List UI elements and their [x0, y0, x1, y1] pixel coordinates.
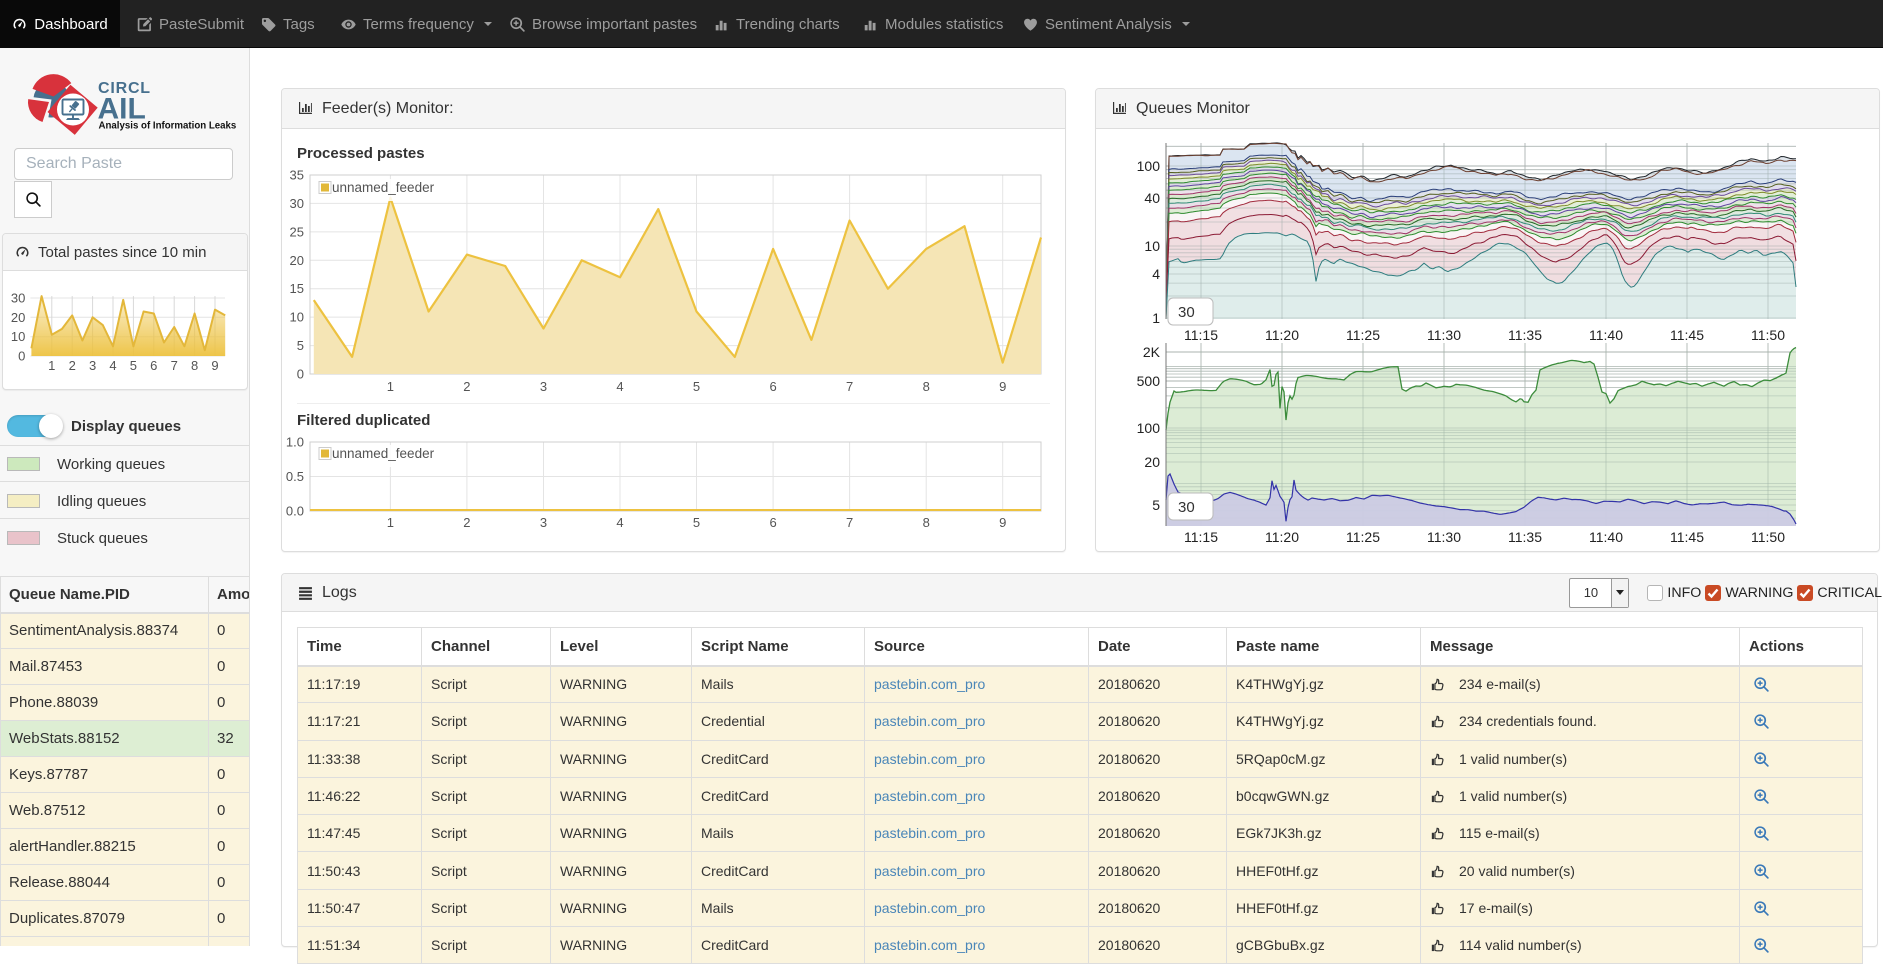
svg-text:11:20: 11:20	[1265, 529, 1299, 545]
svg-text:8: 8	[923, 379, 930, 394]
svg-text:30: 30	[1178, 304, 1195, 321]
svg-text:10: 10	[290, 310, 304, 325]
svg-text:11:30: 11:30	[1427, 529, 1461, 545]
svg-text:20: 20	[11, 310, 25, 325]
svg-text:11:45: 11:45	[1670, 327, 1704, 343]
svg-text:5: 5	[297, 338, 304, 353]
svg-text:1: 1	[48, 358, 55, 373]
svg-text:3: 3	[540, 379, 547, 394]
svg-text:2: 2	[69, 358, 76, 373]
svg-text:9: 9	[999, 515, 1006, 530]
svg-text:11:40: 11:40	[1589, 327, 1623, 343]
svg-text:2: 2	[463, 515, 470, 530]
svg-text:2K: 2K	[1143, 344, 1161, 360]
svg-text:10: 10	[1144, 238, 1160, 254]
svg-text:1.0: 1.0	[286, 435, 304, 450]
svg-text:7: 7	[171, 358, 178, 373]
svg-text:1: 1	[1152, 310, 1160, 326]
svg-text:10: 10	[11, 329, 25, 344]
svg-text:9: 9	[211, 358, 218, 373]
svg-text:5: 5	[130, 358, 137, 373]
svg-text:4: 4	[616, 515, 623, 530]
svg-text:0: 0	[18, 349, 25, 364]
svg-text:1: 1	[387, 515, 394, 530]
svg-text:6: 6	[150, 358, 157, 373]
svg-text:30: 30	[11, 291, 25, 306]
svg-text:6: 6	[769, 515, 776, 530]
svg-text:6: 6	[769, 379, 776, 394]
svg-text:4: 4	[109, 358, 116, 373]
svg-text:5: 5	[693, 515, 700, 530]
svg-text:100: 100	[1137, 158, 1161, 174]
svg-text:11:50: 11:50	[1751, 327, 1785, 343]
svg-text:4: 4	[1152, 266, 1160, 282]
svg-text:Analysis of Information Leaks: Analysis of Information Leaks	[99, 121, 237, 132]
svg-text:20: 20	[1144, 454, 1160, 470]
svg-text:11:15: 11:15	[1184, 327, 1218, 343]
svg-text:11:20: 11:20	[1265, 327, 1299, 343]
svg-text:11:50: 11:50	[1751, 529, 1785, 545]
svg-text:5: 5	[693, 379, 700, 394]
svg-text:4: 4	[616, 379, 623, 394]
svg-text:30: 30	[290, 196, 304, 211]
svg-text:11:30: 11:30	[1427, 327, 1461, 343]
svg-text:11:40: 11:40	[1589, 529, 1623, 545]
svg-text:unnamed_feeder: unnamed_feeder	[332, 446, 435, 461]
svg-text:7: 7	[846, 379, 853, 394]
svg-text:11:25: 11:25	[1346, 327, 1380, 343]
svg-text:9: 9	[999, 379, 1006, 394]
svg-text:0.5: 0.5	[286, 469, 304, 484]
svg-text:3: 3	[89, 358, 96, 373]
svg-text:15: 15	[290, 281, 304, 296]
svg-text:3: 3	[540, 515, 547, 530]
svg-text:25: 25	[290, 224, 304, 239]
svg-text:30: 30	[1178, 499, 1195, 516]
svg-text:8: 8	[191, 358, 198, 373]
svg-text:500: 500	[1137, 373, 1161, 389]
svg-text:5: 5	[1152, 497, 1160, 513]
svg-text:0: 0	[297, 367, 304, 382]
svg-text:2: 2	[463, 379, 470, 394]
svg-text:7: 7	[846, 515, 853, 530]
svg-text:11:35: 11:35	[1508, 327, 1542, 343]
svg-text:11:15: 11:15	[1184, 529, 1218, 545]
svg-text:40: 40	[1144, 190, 1160, 206]
svg-text:11:35: 11:35	[1508, 529, 1542, 545]
svg-text:1: 1	[387, 379, 394, 394]
svg-text:unnamed_feeder: unnamed_feeder	[332, 180, 435, 195]
svg-text:8: 8	[923, 515, 930, 530]
svg-text:35: 35	[290, 168, 304, 183]
svg-text:0.0: 0.0	[286, 504, 304, 519]
svg-text:100: 100	[1137, 420, 1161, 436]
svg-text:11:25: 11:25	[1346, 529, 1380, 545]
svg-text:20: 20	[290, 253, 304, 268]
svg-text:11:45: 11:45	[1670, 529, 1704, 545]
